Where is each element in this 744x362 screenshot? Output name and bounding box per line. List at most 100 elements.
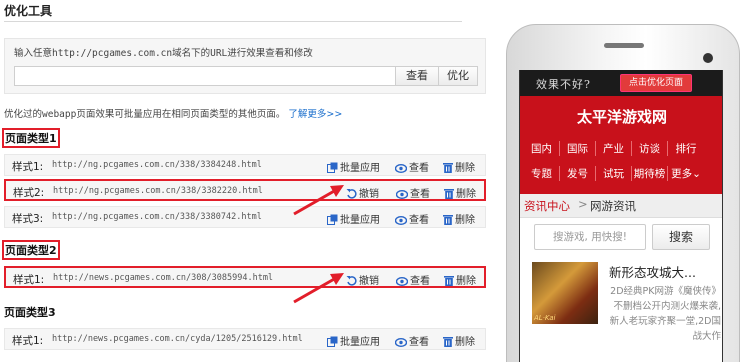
phone-camera	[703, 53, 713, 63]
site-nav-row-1: 国内 国际 产业 访谈 排行	[524, 141, 704, 156]
style-url: http://news.pcgames.com.cn/308/3085994.h…	[53, 273, 274, 283]
phone-topbar: 效果不好? 点击优化页面	[520, 70, 722, 96]
style-row: 样式1: http://news.pcgames.com.cn/cyda/120…	[4, 328, 486, 350]
eye-icon	[395, 216, 407, 225]
batch-apply-button[interactable]: 批量应用	[327, 333, 380, 348]
view-action-button[interactable]: 查看	[396, 185, 430, 200]
style-url: http://news.pcgames.com.cn/cyda/1205/251…	[52, 334, 303, 344]
style-label: 样式1:	[13, 274, 45, 286]
phone-search-button[interactable]: 搜索	[652, 224, 710, 250]
delete-action-button[interactable]: 删除	[443, 159, 475, 174]
delete-action-button[interactable]: 删除	[444, 185, 476, 200]
view-action-button[interactable]: 查看	[395, 333, 429, 348]
undo-label: 撤销	[359, 276, 379, 287]
delete-action-label: 删除	[455, 215, 475, 226]
breadcrumb: 资讯中心 > 网游资讯	[520, 194, 722, 218]
style-label: 样式1:	[12, 161, 44, 173]
page-type-3-heading: 页面类型3	[4, 306, 56, 319]
news-thumbnail[interactable]: AL·Kai	[532, 262, 598, 324]
style-label: 样式3:	[12, 213, 44, 225]
thumbnail-caption: AL·Kai	[534, 314, 556, 322]
delete-action-label: 删除	[455, 163, 475, 174]
nav-item[interactable]: 试玩	[596, 166, 632, 181]
title-divider	[4, 21, 462, 22]
intro-description: 优化过的webapp页面效果可批量应用在相同页面类型的其他页面。	[4, 109, 286, 120]
page-type-1-heading: 页面类型1	[2, 128, 60, 148]
style-row-highlighted: 样式1: http://news.pcgames.com.cn/308/3085…	[4, 266, 486, 288]
style-row-highlighted: 样式2: http://ng.pcgames.com.cn/338/338222…	[4, 179, 486, 201]
view-action-label: 查看	[409, 163, 429, 174]
batch-apply-icon	[327, 162, 338, 173]
view-action-label: 查看	[409, 215, 429, 226]
view-action-button[interactable]: 查看	[395, 211, 429, 226]
nav-item[interactable]: 专题	[524, 166, 560, 181]
chevron-down-icon: ⌄	[692, 168, 701, 180]
phone-screen: 效果不好? 点击优化页面 太平洋游戏网 国内 国际 产业 访谈 排行 专题 发号 试玩 期待榜…	[519, 70, 723, 362]
delete-action-label: 删除	[455, 337, 475, 348]
annotation-arrow-2	[293, 273, 344, 304]
page-type-2-heading: 页面类型2	[2, 240, 60, 260]
eye-icon	[395, 338, 407, 347]
style-label: 样式2:	[13, 187, 45, 199]
intro-text: 优化过的webapp页面效果可批量应用在相同页面类型的其他页面。 了解更多>>	[4, 106, 342, 120]
eye-icon	[396, 277, 408, 286]
delete-action-label: 删除	[456, 189, 476, 200]
breadcrumb-home[interactable]: 资讯中心	[524, 198, 570, 214]
undo-button[interactable]: 撤销	[346, 272, 379, 287]
batch-apply-label: 批量应用	[340, 163, 380, 174]
view-action-button[interactable]: 查看	[396, 272, 430, 287]
site-nav-row-2: 专题 发号 试玩 期待榜 更多⌄	[524, 166, 704, 181]
delete-action-button[interactable]: 删除	[443, 333, 475, 348]
style-row: 样式3: http://ng.pcgames.com.cn/338/338074…	[4, 206, 486, 228]
trash-icon	[443, 215, 453, 225]
batch-apply-button[interactable]: 批量应用	[327, 159, 380, 174]
news-summary: 2D经典PK网游《魔侠传》不删档公开内测火爆来袭,新人老玩家齐聚一堂,2D国战大…	[609, 286, 721, 342]
delete-action-button[interactable]: 删除	[443, 211, 475, 226]
site-title: 太平洋游戏网	[576, 108, 667, 126]
view-action-label: 查看	[410, 276, 430, 287]
page-title: 优化工具	[4, 4, 53, 18]
nav-more-label: 更多	[671, 168, 693, 180]
eye-icon	[396, 190, 408, 199]
view-button[interactable]: 查看	[395, 66, 439, 86]
style-url: http://ng.pcgames.com.cn/338/3384248.htm…	[52, 160, 262, 170]
style-row: 样式1: http://ng.pcgames.com.cn/338/338424…	[4, 154, 486, 176]
optimize-button[interactable]: 优化	[438, 66, 478, 86]
optimize-page-button[interactable]: 点击优化页面	[620, 74, 692, 92]
url-input[interactable]	[14, 66, 396, 86]
learn-more-link[interactable]: 了解更多>>	[288, 109, 342, 120]
batch-apply-label: 批量应用	[340, 337, 380, 348]
trash-icon	[443, 337, 453, 347]
trash-icon	[444, 276, 454, 286]
delete-action-label: 删除	[456, 276, 476, 287]
site-header: 太平洋游戏网 国内 国际 产业 访谈 排行 专题 发号 试玩 期待榜 更多⌄	[520, 96, 722, 194]
style-label: 样式1:	[12, 335, 44, 347]
nav-item[interactable]: 国际	[560, 141, 596, 156]
news-title[interactable]: 新形态攻城大...	[609, 262, 696, 281]
nav-item[interactable]: 产业	[596, 141, 632, 156]
view-action-label: 查看	[410, 189, 430, 200]
nav-item[interactable]: 发号	[560, 166, 596, 181]
undo-label: 撤销	[359, 189, 379, 200]
delete-action-button[interactable]: 删除	[444, 272, 476, 287]
url-edit-label: 输入任意http://pcgames.com.cn域名下的URL进行效果查看和修…	[14, 48, 313, 59]
trash-icon	[443, 163, 453, 173]
phone-search-input[interactable]: 搜游戏, 用快搜!	[534, 224, 646, 250]
nav-item-more[interactable]: 更多⌄	[668, 166, 704, 181]
trash-icon	[444, 189, 454, 199]
bad-effect-text: 效果不好?	[536, 78, 591, 91]
view-action-button[interactable]: 查看	[395, 159, 429, 174]
nav-item[interactable]: 国内	[524, 141, 560, 156]
batch-apply-icon	[327, 336, 338, 347]
annotation-arrow-1	[293, 185, 344, 216]
url-edit-panel: 输入任意http://pcgames.com.cn域名下的URL进行效果查看和修…	[4, 38, 486, 94]
undo-button[interactable]: 撤销	[346, 185, 379, 200]
style-url: http://ng.pcgames.com.cn/338/3382220.htm…	[53, 186, 263, 196]
breadcrumb-separator: >	[578, 197, 588, 211]
nav-item[interactable]: 访谈	[632, 141, 668, 156]
breadcrumb-current: 网游资讯	[590, 199, 636, 213]
nav-item[interactable]: 排行	[668, 141, 704, 156]
phone-speaker	[604, 43, 644, 48]
style-url: http://ng.pcgames.com.cn/338/3380742.htm…	[52, 212, 262, 222]
nav-item[interactable]: 期待榜	[632, 166, 668, 181]
